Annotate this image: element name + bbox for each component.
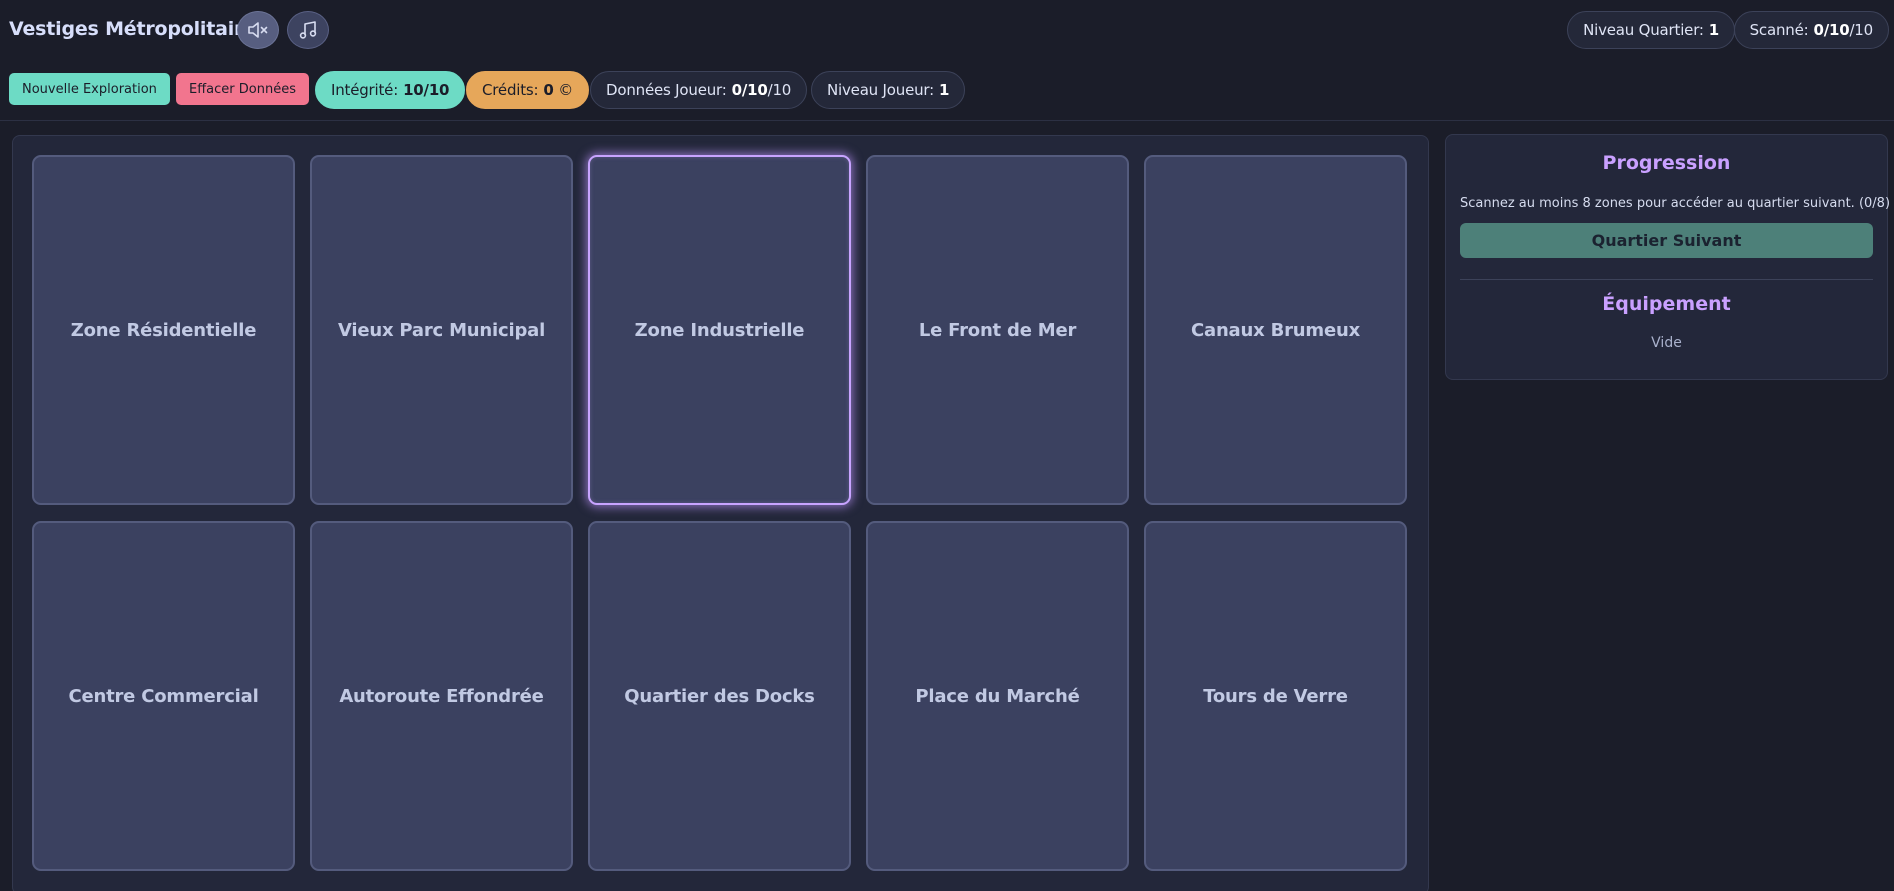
zone-card[interactable]: Canaux Brumeux: [1144, 155, 1407, 505]
zone-card[interactable]: Zone Industrielle: [588, 155, 851, 505]
game-title: Vestiges Métropolitains: [9, 18, 259, 40]
player-data-suffix: /10: [767, 81, 792, 99]
player-data-badge: Données Joueur: 0/10/10: [590, 71, 808, 109]
player-level-badge: Niveau Joueur: 1: [811, 71, 966, 109]
zone-card[interactable]: Autoroute Effondrée: [310, 521, 573, 871]
district-level-badge: Niveau Quartier: 1: [1567, 11, 1735, 49]
panel-divider: [1460, 279, 1873, 280]
equipment-empty-text: Vide: [1651, 335, 1682, 351]
equipment-title: Équipement: [1602, 293, 1731, 315]
zone-card[interactable]: Zone Résidentielle: [32, 155, 295, 505]
player-level-value: 1: [938, 81, 950, 99]
scanned-badge: Scanné: 0/10/10: [1733, 11, 1889, 49]
zone-card[interactable]: Vieux Parc Municipal: [310, 155, 573, 505]
credits-suffix: ©: [553, 81, 574, 99]
zone-card[interactable]: Tours de Verre: [1144, 521, 1407, 871]
district-level-label: Niveau Quartier:: [1583, 21, 1704, 39]
scanned-value: 0/10: [1813, 21, 1850, 39]
mute-button[interactable]: [237, 11, 279, 49]
player-data-value: 0/10: [731, 81, 768, 99]
district-level-value: 1: [1708, 21, 1719, 39]
scanned-suffix: /10: [1849, 21, 1873, 39]
credits-label: Crédits:: [482, 81, 539, 99]
zone-card[interactable]: Quartier des Docks: [588, 521, 851, 871]
next-district-button[interactable]: Quartier Suivant: [1460, 223, 1873, 258]
credits-value: 0: [543, 81, 554, 99]
credits-badge: Crédits: 0 ©: [466, 71, 590, 109]
header-divider: [0, 120, 1894, 121]
zone-card[interactable]: Place du Marché: [866, 521, 1129, 871]
integrity-value: 10/10: [403, 81, 450, 99]
music-note-icon: [299, 21, 317, 39]
scanned-label: Scanné:: [1749, 21, 1809, 39]
speaker-muted-icon: [248, 22, 268, 38]
zone-board: Zone Résidentielle Vieux Parc Municipal …: [12, 135, 1429, 891]
integrity-label: Intégrité:: [331, 81, 399, 99]
side-panel: Progression Scannez au moins 8 zones pou…: [1445, 134, 1891, 380]
progression-title: Progression: [1602, 152, 1731, 174]
progression-text: Scannez au moins 8 zones pour accéder au…: [1460, 196, 1891, 211]
zone-card[interactable]: Le Front de Mer: [866, 155, 1129, 505]
player-data-label: Données Joueur:: [606, 81, 727, 99]
player-level-label: Niveau Joueur:: [827, 81, 934, 99]
clear-data-button[interactable]: Effacer Données: [176, 73, 309, 105]
music-button[interactable]: [287, 11, 329, 49]
new-exploration-button[interactable]: Nouvelle Exploration: [9, 73, 170, 105]
integrity-badge: Intégrité: 10/10: [315, 71, 466, 109]
zone-card[interactable]: Centre Commercial: [32, 521, 295, 871]
